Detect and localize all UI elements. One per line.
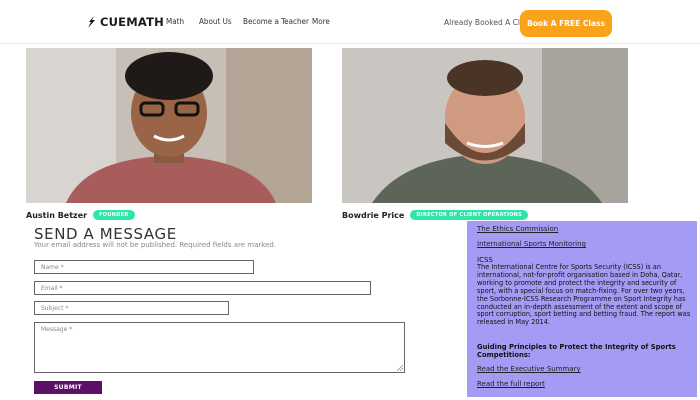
role-badge: FOUNDER [93, 210, 135, 220]
full-report-link[interactable]: Read the full report [477, 380, 545, 388]
site-header: CUEMATH Math About Us Become a Teacher M… [0, 0, 700, 44]
form-note: Your email address will not be published… [34, 241, 277, 249]
nav-math[interactable]: Math [166, 17, 184, 26]
nav-more[interactable]: More [312, 17, 330, 26]
email-field[interactable]: Email * [34, 281, 371, 295]
person-austin: Austin Betzer FOUNDER [26, 210, 135, 220]
cuemath-logo[interactable]: CUEMATH [86, 15, 164, 29]
name-field[interactable]: Name * [34, 260, 254, 274]
person-name: Bowdrie Price [342, 210, 405, 220]
icss-body: The International Centre for Sports Secu… [477, 263, 691, 327]
resize-handle-icon[interactable] [397, 365, 403, 371]
person-bowdrie: Bowdrie Price DIRECTOR OF CLIENT OPERATI… [342, 210, 529, 220]
person-name: Austin Betzer [26, 210, 88, 220]
book-free-class-button[interactable]: Book A FREE Class [520, 10, 612, 37]
nav-about-us[interactable]: About Us [199, 17, 232, 26]
icss-panel: The Ethics Commission International Spor… [467, 221, 697, 397]
guiding-principles-heading: Guiding Principles to Protect the Integr… [477, 343, 676, 359]
subject-field[interactable]: Subject * [34, 301, 229, 315]
executive-summary-link[interactable]: Read the Executive Summary [477, 365, 581, 373]
sports-monitoring-link[interactable]: International Sports Monitoring [477, 240, 586, 248]
submit-button[interactable]: SUBMIT [34, 381, 102, 394]
rocket-icon [88, 16, 95, 28]
logo-text: CUEMATH [100, 15, 164, 29]
role-badge: DIRECTOR OF CLIENT OPERATIONS [410, 210, 529, 220]
ethics-commission-link[interactable]: The Ethics Commission [477, 225, 558, 233]
message-field[interactable]: Message * [34, 322, 405, 373]
photo-bowdrie-price [342, 48, 628, 203]
photo-austin-betzer [26, 48, 312, 203]
nav-become-teacher[interactable]: Become a Teacher [243, 17, 309, 26]
message-placeholder: Message * [41, 326, 73, 333]
